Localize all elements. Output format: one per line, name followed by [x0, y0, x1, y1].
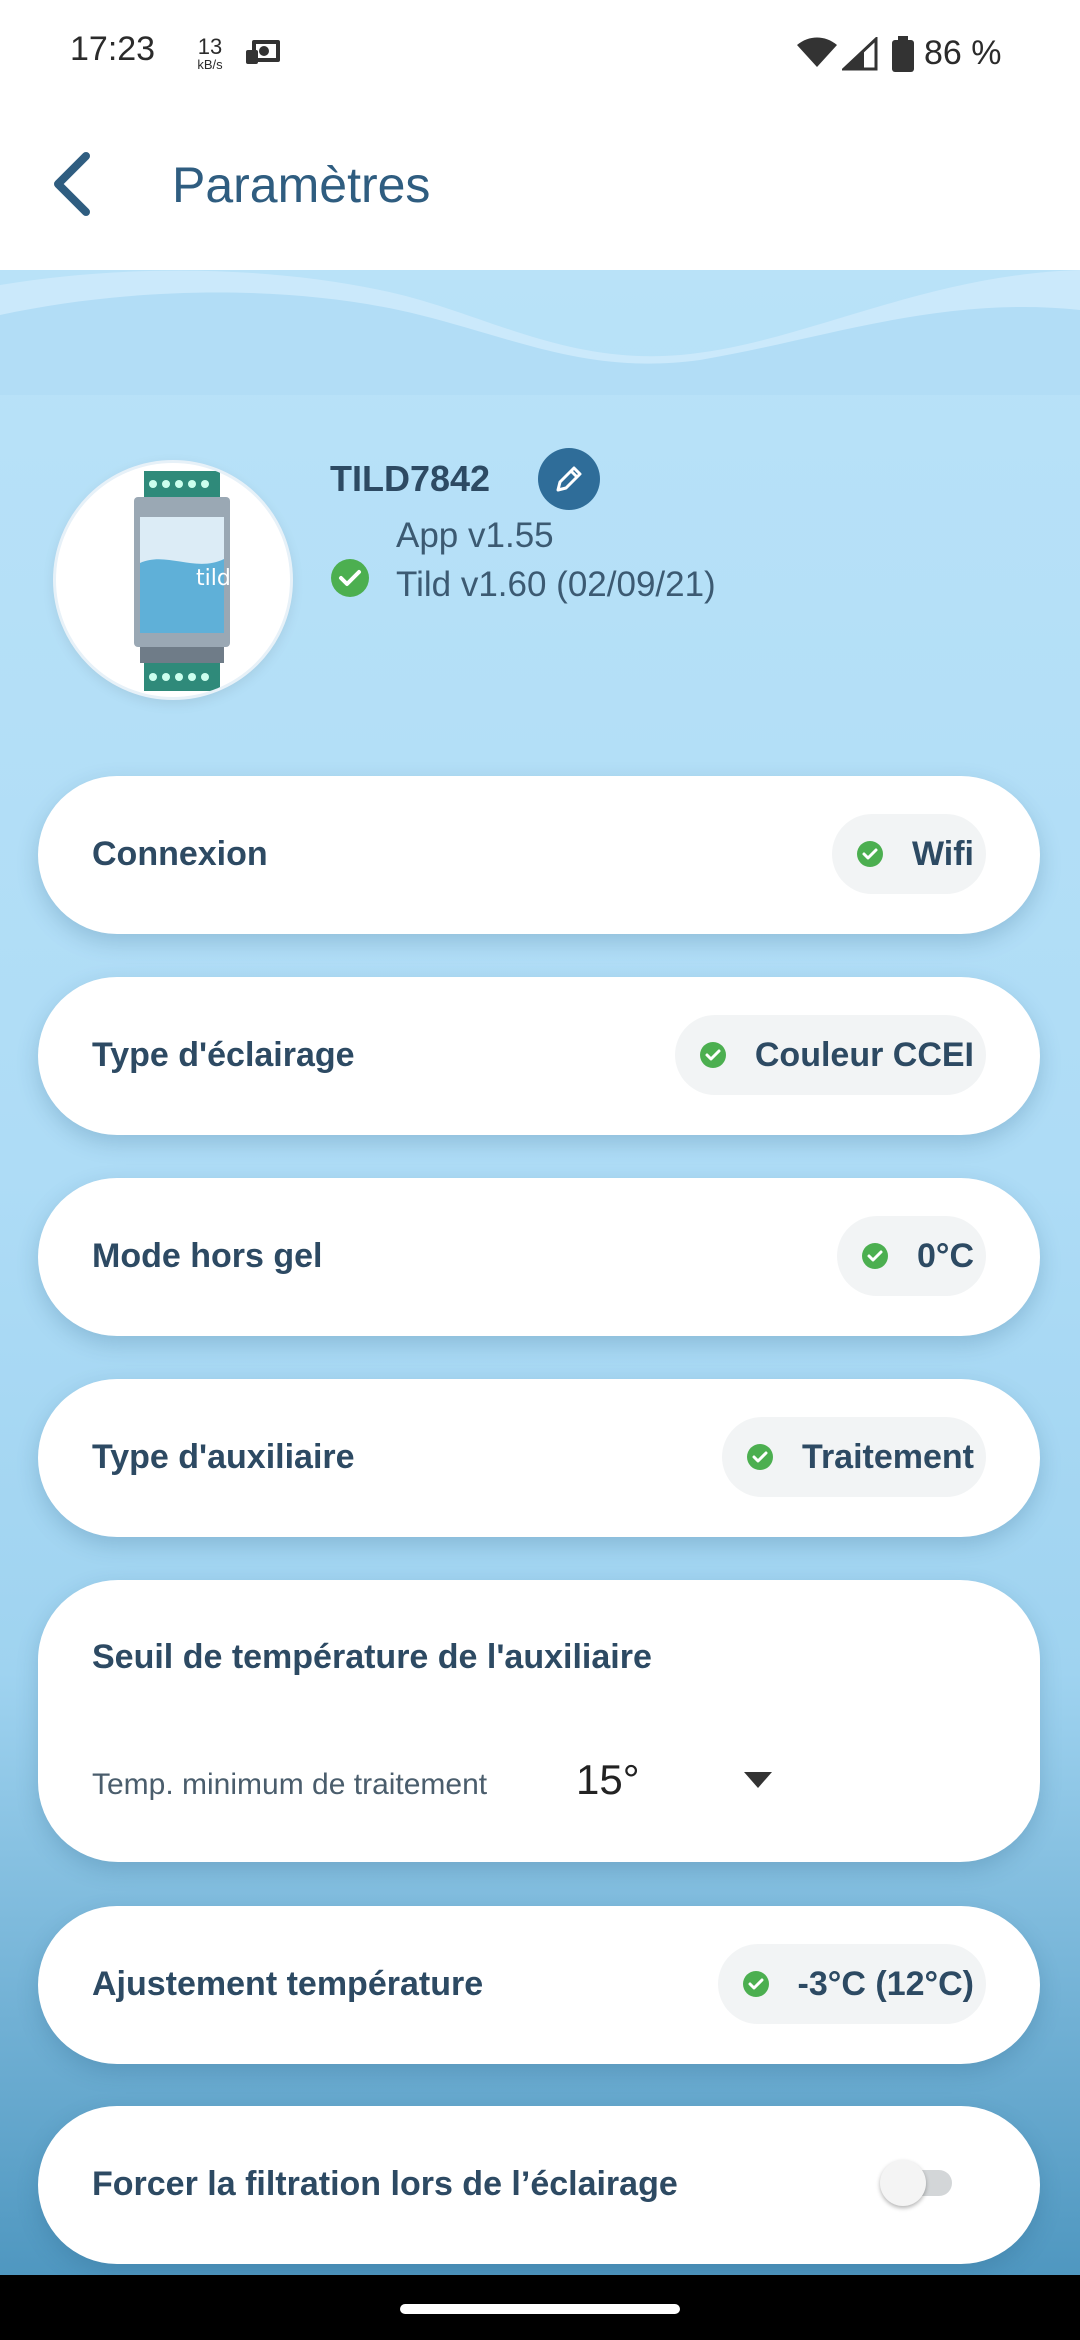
check-circle-icon [742, 1971, 769, 1997]
device-name: TILD7842 [330, 458, 491, 499]
app-version: App v1.55 [396, 516, 554, 555]
setting-value-pill: Traitement [722, 1417, 986, 1497]
setting-value-pill: -3°C (12°C) [717, 1944, 986, 2024]
check-circle-icon [747, 1444, 774, 1470]
check-circle-icon [861, 1243, 888, 1269]
page-title: Paramètres [172, 157, 431, 213]
force-filtration-toggle[interactable] [880, 2156, 962, 2206]
setting-label: Connexion [92, 835, 268, 873]
setting-card-temperature-adjustment[interactable]: Ajustement température -3°C (12°C) [38, 1906, 1040, 2064]
network-speed-unit: kB/s [197, 57, 223, 72]
setting-label: Ajustement température [92, 1965, 484, 2003]
min-temp-label: Temp. minimum de traitement [92, 1768, 488, 1801]
edit-name-button[interactable] [538, 448, 600, 510]
setting-label: Type d'éclairage [92, 1036, 355, 1074]
setting-label: Mode hors gel [92, 1237, 323, 1275]
back-button[interactable] [44, 148, 104, 220]
check-circle-icon [699, 1042, 726, 1068]
setting-value: Couleur CCEI [754, 1035, 974, 1074]
battery-icon [892, 36, 914, 72]
toggle-thumb [880, 2160, 926, 2206]
status-time: 17:23 [70, 30, 156, 68]
signal-icon [842, 37, 878, 71]
caret-down-icon[interactable] [744, 1772, 772, 1788]
svg-text:tild: tild [196, 566, 231, 591]
setting-value: -3°C (12°C) [797, 1964, 974, 2003]
setting-value: Wifi [911, 834, 974, 873]
setting-card-lighting-type[interactable]: Type d'éclairage Couleur CCEI [38, 977, 1040, 1135]
min-temp-dropdown-value[interactable]: 15° [576, 1756, 640, 1804]
home-indicator[interactable] [400, 2304, 680, 2314]
wifi-icon [797, 37, 837, 67]
firmware-version: Tild v1.60 (02/09/21) [396, 565, 716, 604]
setting-value-pill: Couleur CCEI [674, 1015, 986, 1095]
tild-module-icon: tild [134, 471, 231, 691]
wave-decoration [0, 270, 1080, 395]
setting-value: 0°C [916, 1236, 974, 1275]
setting-card-force-filtration: Forcer la filtration lors de l’éclairage [38, 2106, 1040, 2264]
setting-value-pill: Wifi [831, 814, 986, 894]
setting-value: Traitement [802, 1437, 974, 1476]
check-circle-icon [856, 841, 883, 867]
battery-percent: 86 % [924, 34, 1002, 72]
setting-value-pill: 0°C [836, 1216, 986, 1296]
setting-card-frost-mode[interactable]: Mode hors gel 0°C [38, 1178, 1040, 1336]
setting-label: Type d'auxiliaire [92, 1438, 355, 1476]
setting-card-auxiliary-threshold: Seuil de température de l'auxiliaire Tem… [38, 1580, 1040, 1862]
setting-card-auxiliary-type[interactable]: Type d'auxiliaire Traitement [38, 1379, 1040, 1537]
pencil-icon [556, 466, 582, 492]
setting-label: Forcer la filtration lors de l’éclairage [92, 2165, 678, 2203]
network-speed: 13 kB/s [190, 34, 230, 72]
cast-icon [246, 40, 280, 64]
setting-card-connexion[interactable]: Connexion Wifi [38, 776, 1040, 934]
check-circle-icon [331, 559, 369, 597]
chevron-left-icon [54, 152, 90, 216]
threshold-title: Seuil de température de l'auxiliaire [92, 1638, 652, 1676]
device-image: tild [53, 460, 293, 700]
status-bar: 17:23 13 kB/s 86 % [0, 0, 1080, 110]
network-speed-value: 13 [197, 34, 223, 59]
